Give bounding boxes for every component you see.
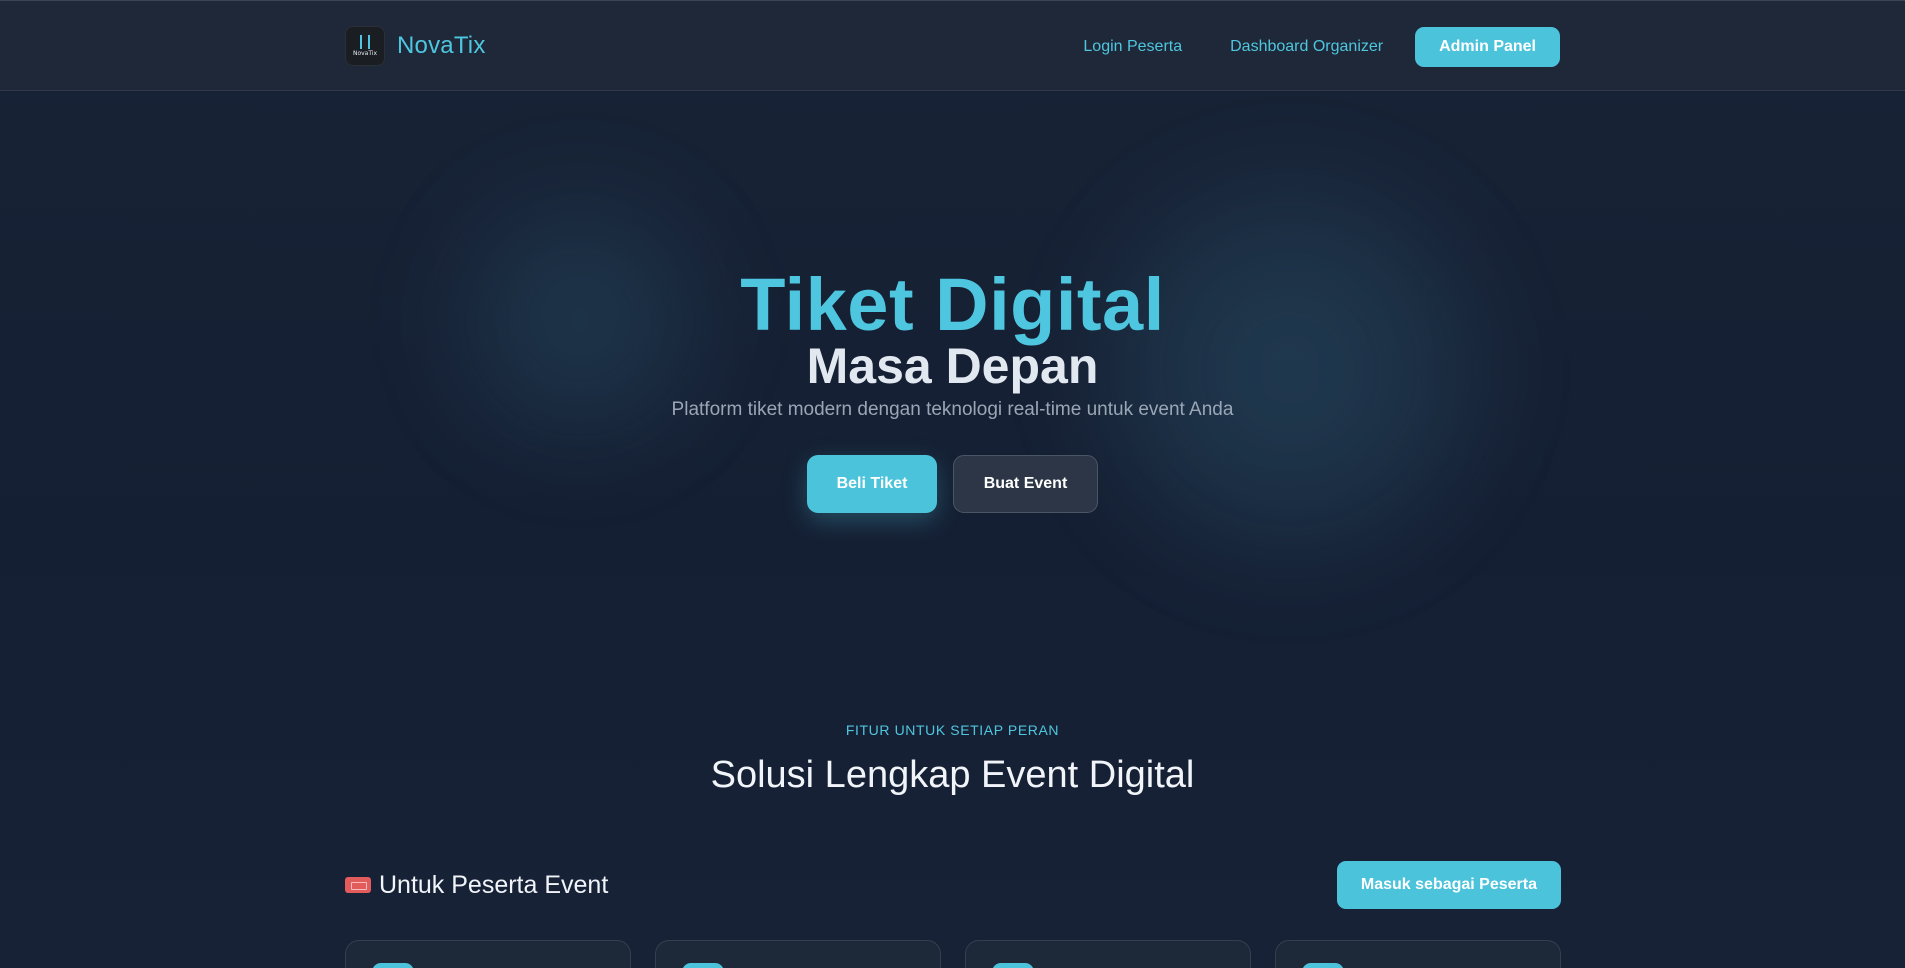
admin-panel-button[interactable]: Admin Panel [1415,27,1560,67]
hero-actions: Beli Tiket Buat Event [0,455,1905,513]
brand-name: NovaTix [397,32,486,59]
logo-mark-icon [357,35,373,49]
brand-logo: NovaTix [345,26,385,66]
nav-dashboard-organizer[interactable]: Dashboard Organizer [1230,38,1383,56]
main-nav: Login Peserta Dashboard Organizer Admin … [1083,27,1560,67]
feature-card[interactable] [345,940,631,968]
features-eyebrow: FITUR UNTUK SETIAP PERAN [845,722,1060,738]
buat-event-button[interactable]: Buat Event [953,455,1098,513]
brand-logo-text: NovaTix [352,50,378,57]
peserta-section-header: Untuk Peserta Event Masuk sebagai Pesert… [345,861,1561,909]
ticket-icon [345,877,371,893]
beli-tiket-button[interactable]: Beli Tiket [807,455,937,513]
feature-card[interactable] [965,940,1251,968]
role-title: Untuk Peserta Event [379,870,609,899]
nav-login-peserta[interactable]: Login Peserta [1083,38,1182,56]
role-heading: Untuk Peserta Event [345,871,608,900]
feature-card-icon [992,963,1034,968]
brand[interactable]: NovaTix NovaTix [345,26,486,66]
hero-description: Platform tiket modern dengan teknologi r… [671,399,1234,420]
feature-card-icon [682,963,724,968]
feature-card-icon [372,963,414,968]
top-navbar: NovaTix NovaTix Login Peserta Dashboard … [0,0,1905,91]
hero-subtitle: Masa Depan [806,337,1099,394]
feature-card[interactable] [655,940,941,968]
masuk-peserta-button[interactable]: Masuk sebagai Peserta [1336,861,1561,909]
feature-cards [345,940,1561,968]
features-title: Solusi Lengkap Event Digital [710,754,1195,796]
feature-card[interactable] [1275,940,1561,968]
landing-page: NovaTix NovaTix Login Peserta Dashboard … [0,0,1905,968]
feature-card-icon [1302,963,1344,968]
